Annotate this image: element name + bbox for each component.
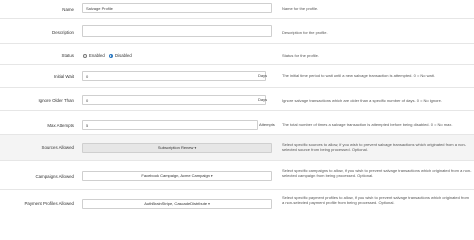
caret-down-icon: ▾ bbox=[194, 146, 197, 150]
ignore-older-than-unit: Days bbox=[258, 97, 268, 102]
caret-down-icon: ▾ bbox=[208, 202, 210, 206]
initial-wait-unit: Days bbox=[258, 73, 268, 78]
form-row-sources-allowed: Sources Allowed Subscription Renew▾ Sele… bbox=[0, 135, 474, 161]
form-row-ignore-older-than: Ignore Older Than 0 Days Ignore salvage … bbox=[0, 88, 474, 111]
sources-allowed-dropdown-label: Subscription Renew bbox=[157, 145, 194, 150]
payment-profiles-allowed-help: Select specific payment profiles to allo… bbox=[282, 195, 469, 206]
max-attempts-input[interactable]: 5 bbox=[82, 120, 258, 130]
max-attempts-label: Max Attempts bbox=[47, 123, 74, 128]
status-enabled-label[interactable]: Enabled bbox=[89, 53, 105, 58]
campaigns-allowed-help: Select specific campaigns to allow, if y… bbox=[282, 168, 472, 179]
form-row-campaigns-allowed: Campaigns Allowed Facebook Campaign, Acm… bbox=[0, 161, 474, 190]
initial-wait-label: Initial Wait bbox=[53, 74, 74, 79]
max-attempts-help: The total number of times a salvage tran… bbox=[282, 122, 453, 127]
form-row-payment-profiles-allowed: Payment Profiles Allowed AuthBrainStripe… bbox=[0, 190, 474, 218]
sources-allowed-label: Sources Allowed bbox=[41, 145, 74, 150]
sources-allowed-dropdown[interactable]: Subscription Renew▾ bbox=[82, 143, 272, 153]
name-help: Name for the profile. bbox=[282, 6, 319, 11]
sources-allowed-help: Select specific sources to allow, if you… bbox=[282, 142, 467, 153]
caret-down-icon: ▾ bbox=[210, 174, 213, 178]
initial-wait-input[interactable]: 0 bbox=[82, 71, 266, 81]
form-row-status: Status Enabled Disabled Status for the p… bbox=[0, 44, 474, 65]
max-attempts-unit: Attempts bbox=[259, 122, 275, 127]
description-label: Description bbox=[52, 30, 74, 35]
form-row-name: Name Salvage Profile Name for the profil… bbox=[0, 0, 474, 19]
payment-profiles-allowed-label: Payment Profiles Allowed bbox=[24, 201, 74, 206]
campaigns-allowed-dropdown-label: Facebook Campaign, Acme Campaign bbox=[141, 173, 210, 178]
status-help: Status for the profile. bbox=[282, 53, 319, 58]
status-disabled-radio[interactable] bbox=[109, 53, 113, 58]
initial-wait-help: The initial time period to wait until a … bbox=[282, 73, 435, 78]
status-disabled-label[interactable]: Disabled bbox=[115, 53, 132, 58]
payment-profiles-allowed-dropdown[interactable]: AuthBrainStripe, CascadeDistribute▾ bbox=[82, 199, 272, 209]
ignore-older-than-label: Ignore Older Than bbox=[38, 98, 74, 103]
ignore-older-than-help: Ignore salvage transactions which are ol… bbox=[282, 98, 442, 103]
campaigns-allowed-dropdown[interactable]: Facebook Campaign, Acme Campaign▾ bbox=[82, 171, 272, 181]
description-help: Description for the profile. bbox=[282, 30, 328, 35]
name-label: Name bbox=[62, 7, 74, 12]
campaigns-allowed-label: Campaigns Allowed bbox=[35, 174, 74, 179]
form-row-max-attempts: Max Attempts 5 Attempts The total number… bbox=[0, 111, 474, 135]
ignore-older-than-input[interactable]: 0 bbox=[82, 95, 266, 105]
description-textarea[interactable] bbox=[82, 25, 272, 37]
form-row-description: Description Description for the profile. bbox=[0, 19, 474, 44]
status-enabled-radio[interactable] bbox=[83, 53, 87, 58]
form-row-initial-wait: Initial Wait 0 Days The initial time per… bbox=[0, 65, 474, 88]
name-input[interactable]: Salvage Profile bbox=[82, 3, 272, 13]
payment-profiles-allowed-dropdown-label: AuthBrainStripe, CascadeDistribute bbox=[144, 201, 208, 206]
status-label: Status bbox=[61, 53, 74, 58]
